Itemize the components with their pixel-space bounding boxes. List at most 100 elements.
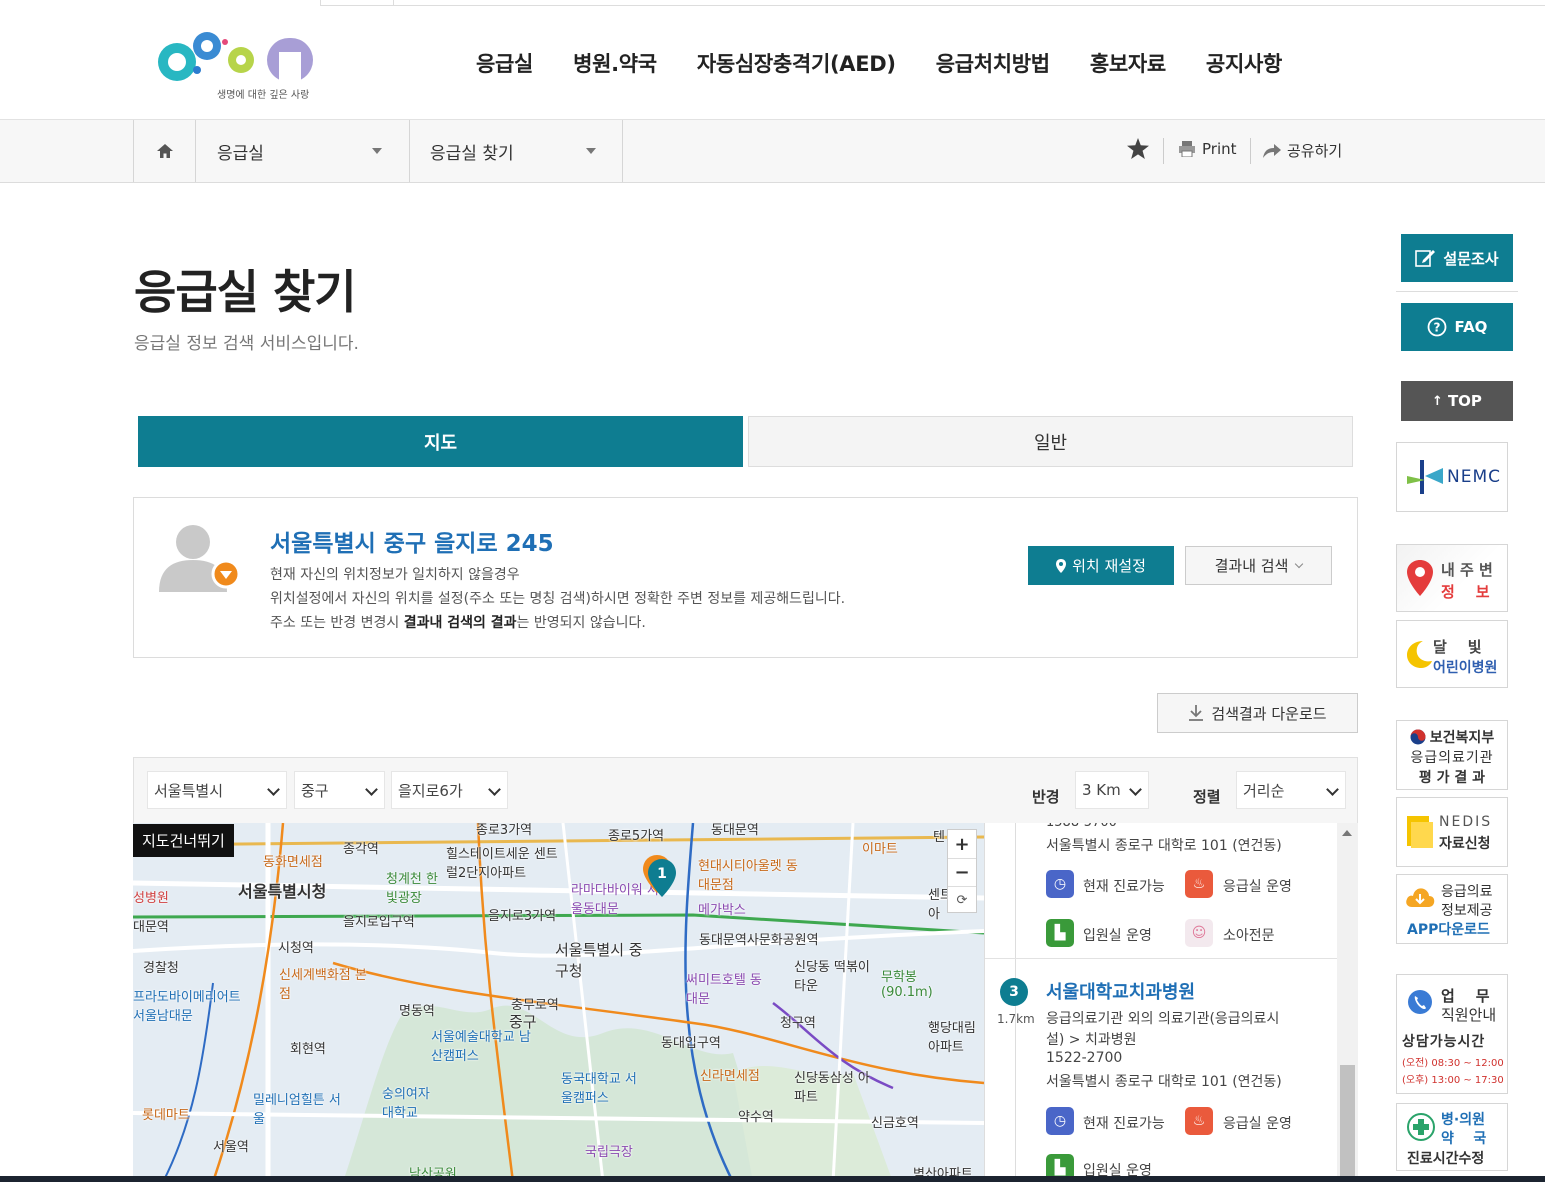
bed-icon: ▙ <box>1046 919 1074 947</box>
zoom-in-button[interactable]: + <box>948 830 976 858</box>
survey-label: 설문조사 <box>1443 249 1499 268</box>
reset-location-button[interactable]: 위치 재설정 <box>1028 546 1174 585</box>
quicklink-app-download[interactable]: 응급의료 정보제공 APP다운로드 <box>1396 874 1508 944</box>
mohw-label-1: 보건복지부 <box>1429 730 1495 746</box>
quicklink-clinic-hours-edit[interactable]: 병·의원 약 국 진료시간수정 <box>1396 1103 1508 1171</box>
tool-divider <box>1250 138 1251 164</box>
result-distance: 1.7km <box>997 1012 1035 1026</box>
chevron-down-icon <box>267 783 280 796</box>
location-pin-icon <box>1407 560 1433 596</box>
nav-item-first-aid[interactable]: 응급처치방법 <box>936 48 1050 78</box>
scroll-up-icon[interactable] <box>1342 830 1352 836</box>
main-nav: 응급실 병원.약국 자동심장충격기(AED) 응급처치방법 홍보자료 공지사항 <box>476 48 1282 78</box>
hospital-marker[interactable]: 1 <box>643 853 677 897</box>
clinic-label-1: 병·의원 <box>1441 1112 1485 1128</box>
map-label: 청계천 한빛광장 <box>386 872 438 906</box>
site-logo[interactable]: 생명에 대한 깊은 사랑 <box>155 24 325 104</box>
clock-icon: ◷ <box>1046 1107 1074 1135</box>
nedis-label-1: NEDIS <box>1439 814 1493 830</box>
work-label-1: 업 무 <box>1441 987 1490 1005</box>
result-phone: 1588-5700 <box>1046 823 1117 830</box>
city-select-value: 서울특별시 <box>154 781 224 800</box>
sort-select[interactable]: 거리순 <box>1236 771 1346 809</box>
breadcrumb-level1-dropdown[interactable]: 응급실 <box>195 120 409 182</box>
zoom-out-button[interactable]: − <box>948 858 976 886</box>
nav-item-notice[interactable]: 공지사항 <box>1206 48 1282 78</box>
app-label-3: APP다운로드 <box>1407 922 1490 938</box>
survey-button[interactable]: 설문조사 <box>1401 234 1513 282</box>
map-label: 동국대학교 서울캠퍼스 <box>561 1072 637 1106</box>
map-label: 서울특별시 중구청 <box>555 941 643 980</box>
arrow-up-icon: ↑ <box>1432 393 1443 409</box>
siren-icon: ♨ <box>1185 1107 1213 1135</box>
back-to-top-button[interactable]: ↑ TOP <box>1401 381 1513 421</box>
moonlight-label-1: 달 빛 <box>1433 638 1482 656</box>
map-label: 동대입구역 <box>661 1036 721 1051</box>
nearby-label-1: 내 주 변 <box>1441 561 1493 579</box>
cloud-download-icon <box>1406 888 1435 907</box>
map-label: 성병원 <box>133 891 169 906</box>
search-in-results-button[interactable]: 결과내 검색 <box>1185 546 1332 585</box>
nav-item-aed[interactable]: 자동심장충격기(AED) <box>697 48 896 78</box>
quicklink-staff-directory[interactable]: 업 무 직원안내 상담가능시간 (오전) 08:30 ~ 12:00 (오후) … <box>1396 974 1508 1094</box>
breadcrumb-home[interactable] <box>133 120 195 182</box>
map-label: 청구역 <box>780 1016 816 1031</box>
chevron-down-icon <box>488 783 501 796</box>
map-label: 이마트 <box>862 842 898 857</box>
breadcrumb-level2-dropdown[interactable]: 응급실 찾기 <box>409 120 623 182</box>
map-label: 동대문역사문화공원역 <box>699 933 819 948</box>
download-results-button[interactable]: 검색결과 다운로드 <box>1157 693 1358 733</box>
city-select[interactable]: 서울특별시 <box>147 771 287 809</box>
results-scrollbar[interactable] <box>1337 823 1358 1182</box>
print-button[interactable]: Print <box>1179 140 1237 158</box>
chevron-down-icon <box>1326 783 1339 796</box>
nav-item-emergency-room[interactable]: 응급실 <box>476 48 533 78</box>
nemc-logo-icon <box>1403 460 1443 494</box>
radius-select[interactable]: 3 Km <box>1075 771 1149 809</box>
map-label: 동대문역 <box>711 823 759 838</box>
sort-label: 정렬 <box>1193 788 1221 806</box>
map-label: 신라면세점 <box>700 1069 760 1084</box>
nav-item-promotion[interactable]: 홍보자료 <box>1090 48 1166 78</box>
bookmark-star-button[interactable] <box>1127 138 1151 162</box>
work-hours-pm: (오후) 13:00 ~ 17:30 <box>1402 1075 1504 1086</box>
result-hospital-name[interactable]: 서울대학교치과병원 <box>1046 978 1195 1004</box>
map-label: 동화면세점 <box>263 855 323 870</box>
map-pin-icon <box>1056 558 1067 573</box>
map-label: 신세계백화점 본점 <box>279 968 367 1002</box>
share-button[interactable]: 공유하기 <box>1263 140 1342 161</box>
map-label: 신금호역 <box>871 1116 919 1131</box>
breadcrumb-level1-label: 응급실 <box>217 143 264 164</box>
quicklink-mohw-evaluation[interactable]: 보건복지부 응급의료기관 평 가 결 과 <box>1396 720 1508 790</box>
map-label: 국립극장 <box>585 1145 633 1160</box>
page-subtitle: 응급실 정보 검색 서비스입니다. <box>134 334 359 354</box>
map-label: 메가박스 <box>698 903 746 918</box>
map-label: 신당동삼성 아파트 <box>794 1071 870 1105</box>
scrollbar-thumb[interactable] <box>1340 1065 1355 1182</box>
quicklink-nemc[interactable]: NEMC <box>1396 442 1508 512</box>
clinic-label-2: 약 국 <box>1441 1131 1487 1147</box>
dong-select[interactable]: 을지로6가 <box>391 771 508 809</box>
star-icon <box>1127 138 1149 159</box>
district-select[interactable]: 중구 <box>294 771 385 809</box>
district-select-value: 중구 <box>301 781 329 800</box>
tab-map[interactable]: 지도 <box>138 416 743 467</box>
quicklink-nearby-info[interactable]: 내 주 변 정 보 <box>1396 544 1508 612</box>
printer-icon <box>1179 141 1195 157</box>
tab-general[interactable]: 일반 <box>748 416 1353 467</box>
refresh-icon[interactable]: ⟳ <box>948 886 976 913</box>
quicklink-nedis[interactable]: NEDIS 자료신청 <box>1396 797 1508 867</box>
map-view[interactable]: 지도건너뛰기 종각역 종로3가역 종로5가역 동대문역 동화면세점 청계천 한빛… <box>133 823 984 1182</box>
caret-down-icon <box>372 148 382 154</box>
nav-item-hospital-pharmacy[interactable]: 병원.약국 <box>573 48 657 78</box>
map-skip-button[interactable]: 지도건너뛰기 <box>133 824 234 857</box>
map-label: 종각역 <box>343 842 379 857</box>
map-label: 대문역 <box>133 920 169 935</box>
top-divider <box>394 5 1545 6</box>
map-label: 시청역 <box>278 941 314 956</box>
result-divider <box>985 958 1337 959</box>
faq-button[interactable]: ? FAQ <box>1401 303 1513 351</box>
quicklink-moonlight-childrens-hospital[interactable]: 달 빛 어린이병원 <box>1396 620 1508 688</box>
nearby-label-2: 정 보 <box>1441 583 1490 601</box>
map-label: 종로3가역 <box>476 823 533 838</box>
